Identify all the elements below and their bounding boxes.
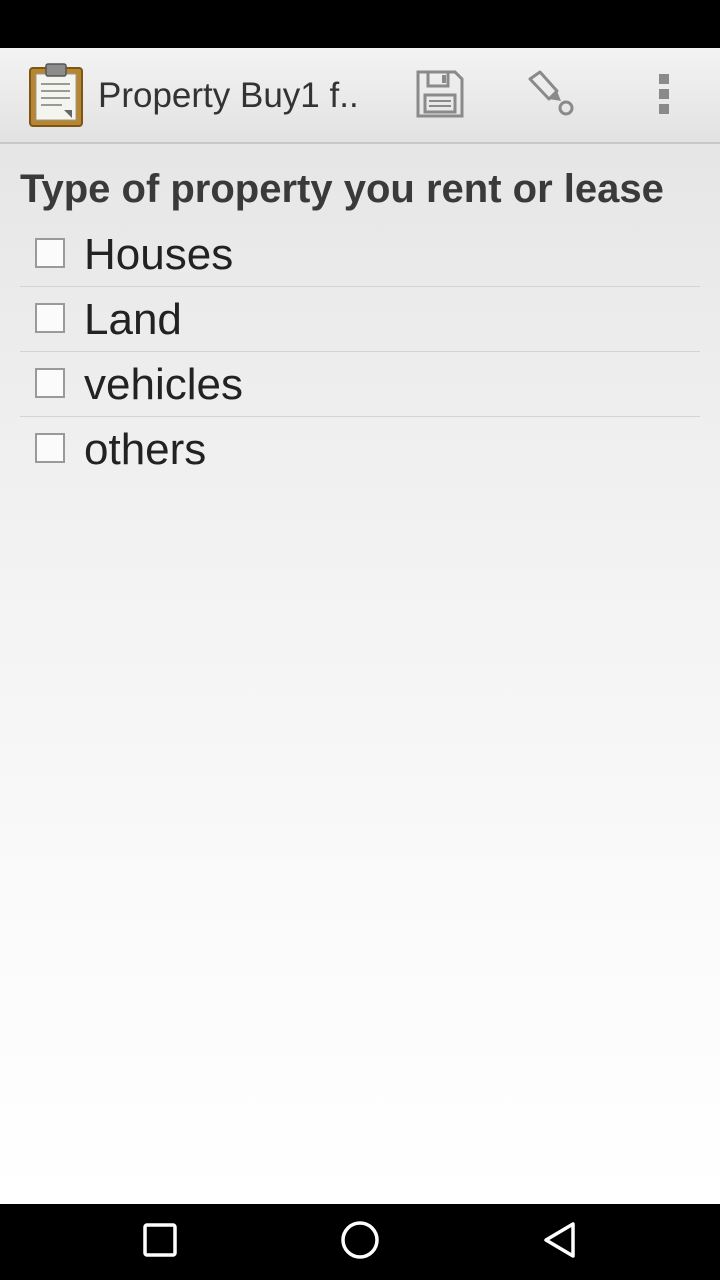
back-button[interactable]	[500, 1204, 620, 1280]
status-bar	[0, 0, 720, 48]
option-label: vehicles	[84, 360, 243, 409]
checkbox[interactable]	[35, 238, 65, 268]
question-label: Type of property you rent or lease	[20, 167, 664, 211]
back-icon	[540, 1220, 580, 1265]
checkbox[interactable]	[35, 433, 65, 463]
checkbox[interactable]	[35, 303, 65, 333]
overflow-menu-icon	[658, 72, 670, 121]
app-title: Property Buy1 f..	[98, 76, 359, 115]
clipboard-icon	[26, 62, 86, 128]
option-houses[interactable]: Houses	[20, 222, 700, 287]
home-icon	[339, 1219, 381, 1266]
option-others[interactable]: others	[20, 417, 700, 481]
navigation-bar	[0, 1204, 720, 1280]
save-icon	[415, 69, 465, 124]
option-label: others	[84, 425, 207, 474]
option-land[interactable]: Land	[20, 287, 700, 352]
options-list: Houses Land vehicles others	[20, 222, 700, 481]
save-button[interactable]	[400, 48, 480, 144]
form-content: Type of property you rent or lease House…	[0, 144, 720, 1204]
overflow-menu-button[interactable]	[628, 48, 700, 144]
eraser-icon	[527, 69, 577, 124]
home-button[interactable]	[300, 1204, 420, 1280]
action-bar: Property Buy1 f..	[0, 48, 720, 144]
erase-button[interactable]	[512, 48, 592, 144]
checkbox[interactable]	[35, 368, 65, 398]
option-vehicles[interactable]: vehicles	[20, 352, 700, 417]
option-label: Land	[84, 295, 182, 344]
option-label: Houses	[84, 230, 234, 279]
recents-icon	[142, 1222, 178, 1263]
recents-button[interactable]	[100, 1204, 220, 1280]
